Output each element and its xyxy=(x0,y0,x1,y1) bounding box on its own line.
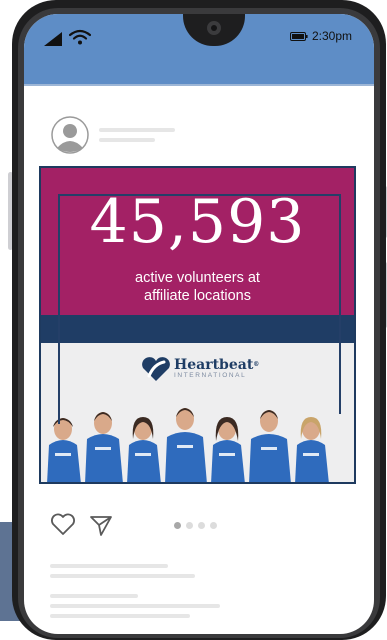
post-image[interactable]: 45,593 active volunteers at affiliate lo… xyxy=(39,166,356,484)
send-icon[interactable] xyxy=(89,513,113,537)
signal-icon xyxy=(44,32,62,46)
battery-icon xyxy=(290,32,308,41)
carousel-dot[interactable] xyxy=(174,522,181,529)
subtitle-placeholder xyxy=(99,138,155,142)
stat-caption-line2: affiliate locations xyxy=(144,288,251,304)
frame-line-right xyxy=(339,194,341,414)
comment-placeholder xyxy=(50,604,220,608)
volunteer-photo: Heartbeat® INTERNATIONAL xyxy=(41,343,354,482)
brand-name: Heartbeat® xyxy=(174,357,260,373)
heart-logo-icon xyxy=(142,357,170,381)
stat-caption-line1: active volunteers at xyxy=(135,270,260,286)
caption-placeholder xyxy=(50,564,168,568)
username-placeholder xyxy=(99,128,175,132)
status-divider xyxy=(24,84,374,86)
frame-line-top xyxy=(58,194,341,196)
like-heart-icon[interactable] xyxy=(50,512,76,536)
stat-panel: 45,593 active volunteers at affiliate lo… xyxy=(41,168,354,315)
comment-placeholder xyxy=(50,594,138,598)
navy-band xyxy=(41,315,354,343)
brand-subtitle: INTERNATIONAL xyxy=(174,372,247,379)
carousel-dot[interactable] xyxy=(186,522,193,529)
status-time: 2:30pm xyxy=(312,29,353,43)
phone-screen: 2:30pm 45,593 active volunteers at affil… xyxy=(24,14,374,634)
carousel-dot[interactable] xyxy=(198,522,205,529)
wifi-icon xyxy=(69,29,91,45)
comment-placeholder xyxy=(50,614,190,618)
avatar[interactable] xyxy=(51,116,89,154)
carousel-indicator xyxy=(174,522,217,529)
caption-placeholder xyxy=(50,574,195,578)
camera-icon xyxy=(207,21,221,35)
stat-number: 45,593 xyxy=(89,187,306,257)
volunteers-group xyxy=(47,408,329,482)
carousel-dot[interactable] xyxy=(210,522,217,529)
frame-line-left xyxy=(58,194,60,424)
